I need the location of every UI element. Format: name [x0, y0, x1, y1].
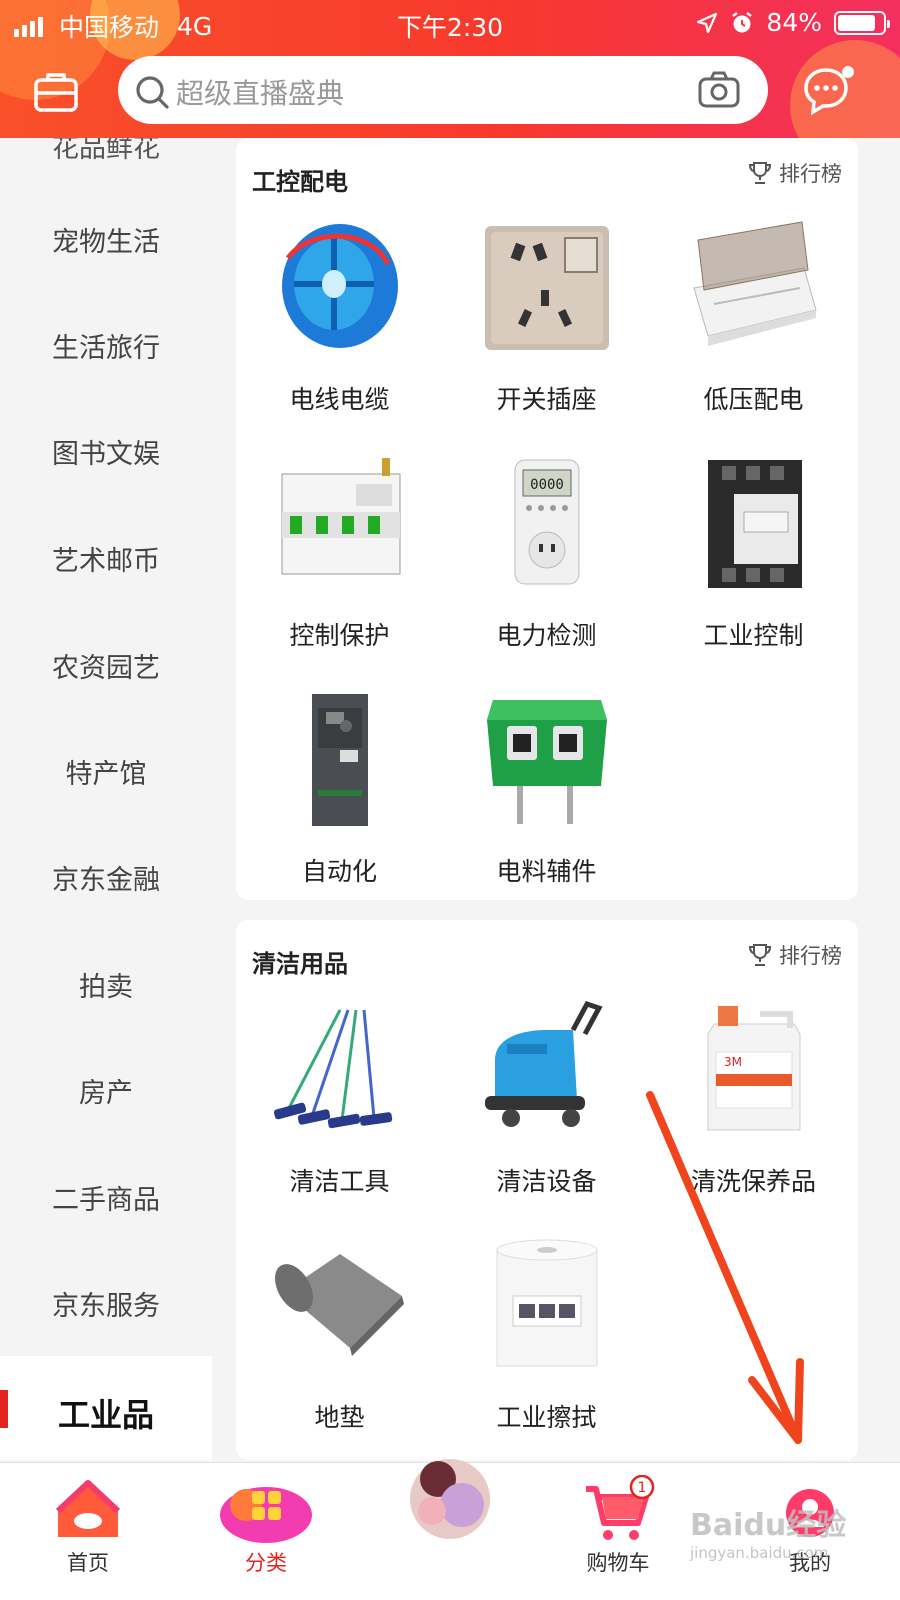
sidebar-item[interactable]: 农资园艺	[0, 646, 212, 685]
trophy-icon	[748, 944, 772, 966]
sidebar-item-active[interactable]: 工业品	[0, 1390, 212, 1436]
category-tile[interactable]: 控制保护	[236, 454, 443, 652]
svg-text:3M: 3M	[724, 1055, 742, 1069]
ranking-link[interactable]: 排行榜	[747, 940, 842, 970]
section-title: 清洁用品	[252, 950, 348, 978]
cleaning-jug-image: 3M	[684, 1000, 824, 1140]
sidebar-item-partial[interactable]: 花品鲜花	[0, 138, 212, 165]
category-tile[interactable]: 0000 电力检测	[443, 454, 650, 652]
cable-reel-image	[270, 218, 410, 358]
category-tile[interactable]: 低压配电	[650, 218, 857, 416]
circuit-breaker-image	[270, 454, 410, 594]
sidebar-item[interactable]: 房产	[0, 1071, 212, 1110]
search-placeholder: 超级直播盛典	[176, 77, 345, 110]
category-icon	[220, 1487, 312, 1543]
category-label: 清洁设备	[496, 1167, 597, 1196]
category-label: 电力检测	[496, 621, 597, 650]
floor-mat-image	[270, 1236, 410, 1376]
category-label: 控制保护	[289, 621, 390, 650]
distribution-box-image	[684, 218, 824, 358]
top-header: 中国移动 4G 下午2:30 84% 超级直播盛典	[0, 0, 900, 138]
sidebar-item[interactable]: 京东金融	[0, 858, 212, 897]
status-bar: 中国移动 4G 下午2:30 84%	[0, 0, 900, 46]
category-tile[interactable]: 开关插座	[443, 218, 650, 416]
sidebar-item[interactable]: 拍卖	[0, 965, 212, 1004]
section-title: 工控配电	[252, 168, 348, 196]
avatar-icon	[410, 1459, 490, 1539]
category-label: 工业控制	[703, 621, 804, 650]
sidebar-item[interactable]: 宠物生活	[0, 220, 212, 259]
sidebar-item[interactable]: 图书文娱	[0, 432, 212, 471]
wiping-roll-image	[477, 1236, 617, 1376]
cart-badge: 1	[638, 1480, 647, 1496]
power-meter-image: 0000	[477, 454, 617, 594]
category-sidebar: 花品鲜花 宠物生活 生活旅行 图书文娱 艺术邮币 农资园艺 特产馆 京东金融 拍…	[0, 138, 212, 1460]
watermark: Baidu经验 jingyan.baidu.com	[690, 1508, 847, 1562]
category-label: 电料辅件	[496, 857, 597, 886]
floor-scrubber-image	[477, 1000, 617, 1140]
nav-category[interactable]: 分类	[196, 1475, 336, 1577]
menu-icon[interactable]	[34, 72, 78, 112]
search-bar[interactable]: 超级直播盛典	[118, 56, 768, 124]
sidebar-item[interactable]: 二手商品	[0, 1178, 212, 1217]
sidebar-item[interactable]: 生活旅行	[0, 326, 212, 365]
cart-icon: 1	[586, 1474, 655, 1540]
category-section: 清洁用品 排行榜 清洁工具 清洁设备 3M 清洗保养品 地垫 工业擦拭	[236, 920, 858, 1460]
nav-live-avatar[interactable]	[380, 1459, 520, 1547]
ranking-link[interactable]: 排行榜	[747, 158, 842, 188]
socket-image	[477, 218, 617, 358]
category-tile[interactable]: 自动化	[236, 690, 443, 888]
inverter-image	[270, 690, 410, 830]
message-icon[interactable]	[802, 66, 858, 118]
trophy-icon	[748, 162, 772, 184]
category-label: 自动化	[301, 857, 377, 886]
battery-percent: 84%	[766, 8, 822, 37]
contactor-image	[684, 454, 824, 594]
category-label: 开关插座	[496, 385, 597, 414]
terminal-block-image	[477, 690, 617, 830]
category-label: 工业擦拭	[496, 1403, 597, 1432]
category-label: 清洗保养品	[690, 1167, 816, 1196]
category-tile[interactable]: 工业控制	[650, 454, 857, 652]
search-icon	[136, 76, 169, 109]
category-tile[interactable]: 地垫	[236, 1236, 443, 1434]
category-tile[interactable]: 工业擦拭	[443, 1236, 650, 1434]
category-tile[interactable]: 3M 清洗保养品	[650, 1000, 857, 1198]
battery-icon	[834, 10, 890, 35]
alarm-icon	[732, 11, 753, 32]
svg-text:0000: 0000	[530, 477, 564, 493]
sidebar-item[interactable]: 艺术邮币	[0, 539, 212, 578]
camera-icon[interactable]	[698, 71, 740, 109]
category-tile[interactable]: 电料辅件	[443, 690, 650, 888]
category-tile[interactable]: 电线电缆	[236, 218, 443, 416]
mop-tools-image	[270, 1000, 410, 1140]
nav-cart[interactable]: 1 购物车	[548, 1474, 688, 1577]
category-label: 清洁工具	[289, 1167, 390, 1196]
category-label: 地垫	[314, 1403, 365, 1432]
category-tile[interactable]: 清洁工具	[236, 1000, 443, 1198]
location-arrow-icon	[697, 12, 718, 33]
category-label: 低压配电	[703, 385, 804, 414]
category-label: 电线电缆	[289, 385, 390, 414]
sidebar-item[interactable]: 特产馆	[0, 752, 212, 791]
category-tile[interactable]: 清洁设备	[443, 1000, 650, 1198]
sidebar-item[interactable]: 京东服务	[0, 1284, 212, 1323]
category-section: 工控配电 排行榜 电线电缆 开关插座 低压配电 控制保护 0000 电力检测 工…	[236, 138, 858, 900]
home-icon	[55, 1480, 121, 1537]
nav-home[interactable]: 首页	[18, 1475, 158, 1577]
